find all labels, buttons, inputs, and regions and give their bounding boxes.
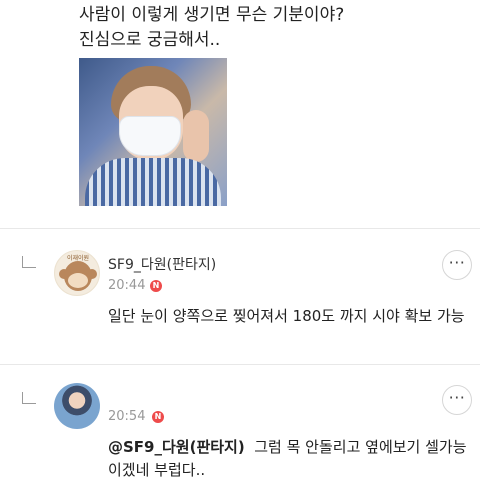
more-options-button[interactable]: ···: [442, 250, 472, 280]
new-badge-icon: N: [150, 280, 162, 292]
comment-time: 20:54: [108, 409, 146, 424]
post-text: 사람이 이렇게 생기면 무슨 기분이야? 진심으로 궁금해서..: [79, 3, 459, 53]
new-badge-icon: N: [152, 411, 164, 423]
divider: [0, 364, 480, 365]
post-image[interactable]: [79, 58, 227, 206]
avatar-muzzle: [68, 273, 88, 288]
post-image-mask: [119, 116, 181, 156]
reply-arrow-icon: [22, 392, 36, 404]
post-image-hand: [183, 110, 209, 162]
reply-arrow-icon: [22, 256, 36, 268]
post-image-shirt: [85, 158, 221, 206]
post-text-line-1: 사람이 이렇게 생기면 무슨 기분이야?: [79, 5, 345, 25]
comment-time: 20:44: [108, 278, 146, 293]
comment-text: @SF9_다원(판타지) 그럼 목 안돌리고 옆에보기 셀가능이겠네 부럽다..: [108, 436, 470, 479]
more-options-button[interactable]: ···: [442, 385, 472, 415]
avatar[interactable]: [54, 383, 100, 429]
divider: [0, 228, 480, 229]
comment-text: 일단 눈이 양쪽으로 찢어져서 180도 까지 시야 확보 가능: [108, 307, 465, 325]
avatar[interactable]: 이재이원: [54, 250, 100, 296]
mention-link[interactable]: @SF9_다원(판타지): [108, 438, 245, 456]
post-text-line-2: 진심으로 궁금해서..: [79, 30, 221, 50]
comment-username[interactable]: SF9_다원(판타지): [108, 254, 216, 274]
